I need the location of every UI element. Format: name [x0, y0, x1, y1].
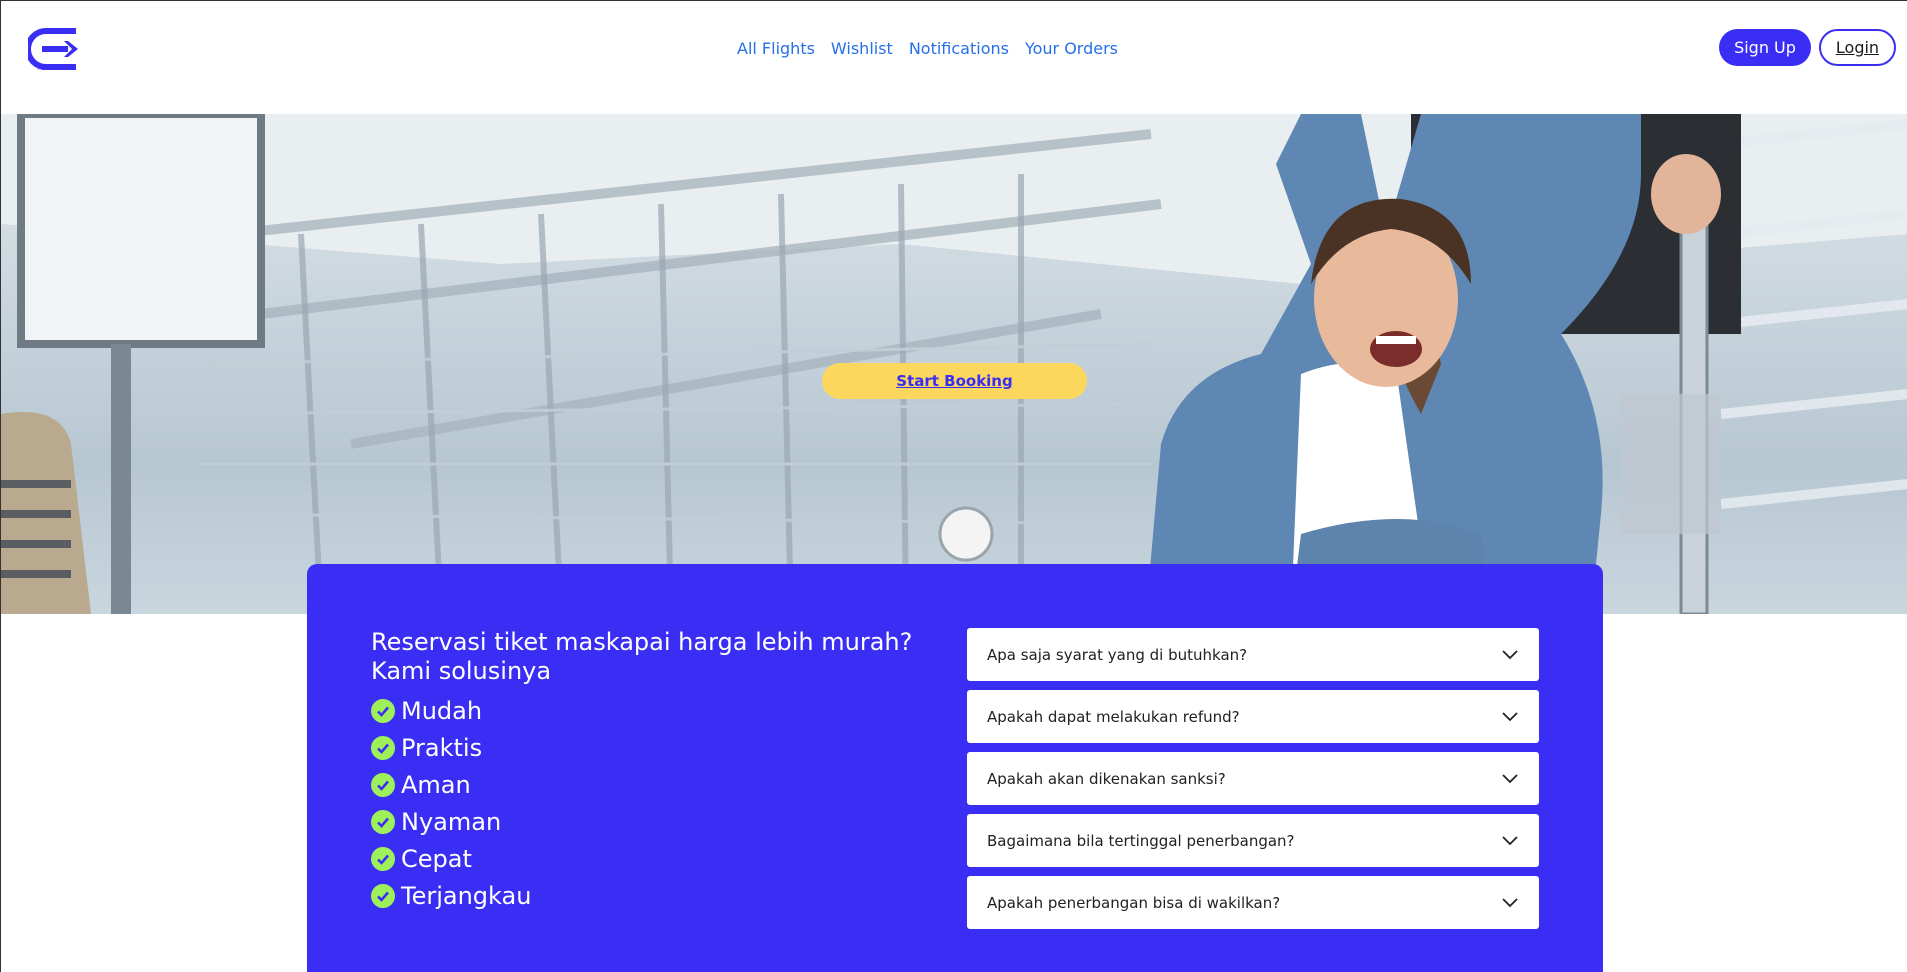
feature-item: Mudah — [371, 692, 531, 729]
check-circle-icon — [371, 772, 395, 797]
chevron-down-icon[interactable] — [1501, 832, 1519, 850]
feature-label: Aman — [401, 770, 471, 799]
check-circle-icon — [371, 883, 395, 908]
faq-item[interactable]: Bagaimana bila tertinggal penerbangan? — [967, 814, 1539, 867]
feature-item: Terjangkau — [371, 877, 531, 914]
faq-question: Apakah akan dikenakan sanksi? — [987, 769, 1226, 788]
logo-text: FLIGHT — [38, 66, 59, 72]
nav-all-flights[interactable]: All Flights — [737, 39, 815, 58]
faq-item[interactable]: Apakah akan dikenakan sanksi? — [967, 752, 1539, 805]
faq-item[interactable]: Apakah dapat melakukan refund? — [967, 690, 1539, 743]
chevron-down-icon[interactable] — [1501, 646, 1519, 664]
main-nav: All Flights Wishlist Notifications Your … — [737, 39, 1118, 58]
nav-wishlist[interactable]: Wishlist — [831, 39, 893, 58]
faq-item[interactable]: Apakah penerbangan bisa di wakilkan? — [967, 876, 1539, 929]
feature-label: Mudah — [401, 696, 483, 725]
faq-question: Apakah penerbangan bisa di wakilkan? — [987, 893, 1281, 912]
check-circle-icon — [371, 735, 395, 760]
chevron-down-icon[interactable] — [1501, 770, 1519, 788]
check-circle-icon — [371, 698, 395, 723]
signup-button[interactable]: Sign Up — [1719, 29, 1811, 66]
features-faq-panel: Reservasi tiket maskapai harga lebih mur… — [307, 564, 1603, 972]
hero-banner: Start Booking — [1, 114, 1907, 614]
top-navbar: FLIGHT All Flights Wishlist Notification… — [1, 1, 1907, 114]
feature-item: Praktis — [371, 729, 531, 766]
check-circle-icon — [371, 809, 395, 834]
panel-title: Reservasi tiket maskapai harga lebih mur… — [371, 628, 913, 685]
faq-item[interactable]: Apa saja syarat yang di butuhkan? — [967, 628, 1539, 681]
start-booking-button[interactable]: Start Booking — [822, 363, 1087, 399]
feature-label: Praktis — [401, 733, 483, 762]
feature-item: Cepat — [371, 840, 531, 877]
nav-your-orders[interactable]: Your Orders — [1025, 39, 1118, 58]
faq-question: Apakah dapat melakukan refund? — [987, 707, 1240, 726]
feature-item: Aman — [371, 766, 531, 803]
feature-label: Nyaman — [401, 807, 502, 836]
nav-notifications[interactable]: Notifications — [909, 39, 1009, 58]
faq-question: Apa saja syarat yang di butuhkan? — [987, 645, 1248, 664]
feature-list: Mudah Praktis Aman Nyaman Cepat Terjangk… — [371, 692, 531, 914]
check-circle-icon — [371, 846, 395, 871]
chevron-down-icon[interactable] — [1501, 894, 1519, 912]
login-button[interactable]: Login — [1819, 29, 1896, 66]
faq-question: Bagaimana bila tertinggal penerbangan? — [987, 831, 1295, 850]
feature-label: Terjangkau — [401, 881, 532, 910]
feature-label: Cepat — [401, 844, 472, 873]
feature-item: Nyaman — [371, 803, 531, 840]
chevron-down-icon[interactable] — [1501, 708, 1519, 726]
faq-accordion: Apa saja syarat yang di butuhkan? Apakah… — [967, 628, 1539, 938]
